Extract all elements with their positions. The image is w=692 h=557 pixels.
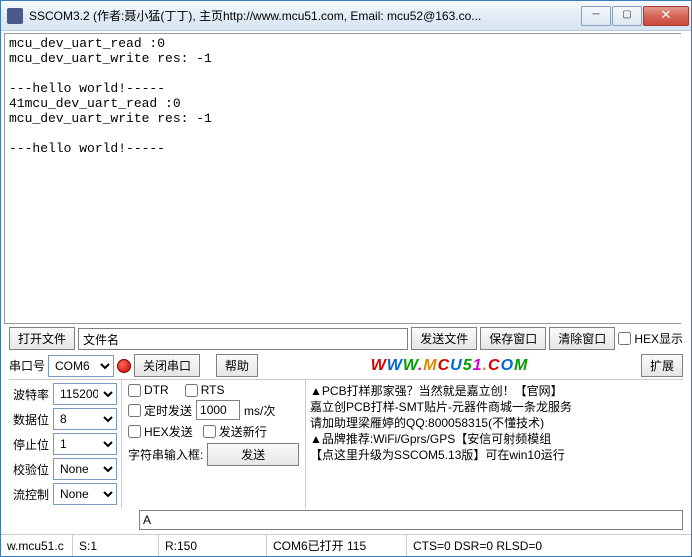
databits-select[interactable]: 8	[53, 408, 117, 430]
info-line-4[interactable]: ▲品牌推荐:WiFi/Gprs/GPS【安信可射频模组	[310, 431, 679, 447]
stopbits-select[interactable]: 1	[53, 433, 117, 455]
port-label: 串口号	[9, 357, 45, 374]
databits-label: 数据位	[13, 411, 49, 428]
hex-show-checkbox[interactable]: HEX显示	[618, 330, 683, 347]
port-toolbar: 串口号 COM6 关闭串口 帮助 WWW.MCU51.COM 扩展	[1, 352, 691, 379]
info-line-2[interactable]: 嘉立创PCB打样-SMT贴片-元器件商城一条龙服务	[310, 399, 679, 415]
baud-select[interactable]: 115200	[53, 383, 117, 405]
app-icon	[7, 8, 23, 24]
flow-select[interactable]: None	[53, 483, 117, 505]
send-button[interactable]: 发送	[207, 443, 299, 466]
window-buttons: ─ ▢ ✕	[580, 6, 689, 26]
settings-panel: 波特率 115200 数据位 8 停止位 1 校验位 None 流控制 None…	[9, 379, 683, 508]
input-label: 字符串输入框:	[128, 446, 203, 463]
status-sent: S:1	[73, 535, 159, 556]
status-bar: w.mcu51.c S:1 R:150 COM6已打开 115 CTS=0 DS…	[1, 534, 691, 556]
window-title: SSCOM3.2 (作者:聂小猛(丁丁), 主页http://www.mcu51…	[29, 7, 580, 24]
parity-label: 校验位	[13, 461, 49, 478]
website-link[interactable]: WWW.MCU51.COM	[261, 357, 638, 375]
port-select[interactable]: COM6	[48, 355, 114, 377]
flow-label: 流控制	[13, 486, 49, 503]
status-port: COM6已打开 115	[267, 535, 407, 556]
info-line-3[interactable]: 请加助理梁雁婷的QQ:800058315(不懂技术)	[310, 415, 679, 431]
maximize-button[interactable]: ▢	[612, 6, 642, 26]
send-file-button[interactable]: 发送文件	[411, 327, 477, 350]
interval-input[interactable]	[196, 400, 240, 420]
send-input[interactable]	[139, 510, 683, 530]
interval-unit: ms/次	[244, 402, 275, 419]
baud-label: 波特率	[13, 386, 49, 403]
file-toolbar: 打开文件 文件名 发送文件 保存窗口 清除窗口 HEX显示	[1, 325, 691, 352]
app-window: SSCOM3.2 (作者:聂小猛(丁丁), 主页http://www.mcu51…	[0, 0, 692, 557]
serial-params: 波特率 115200 数据位 8 停止位 1 校验位 None 流控制 None	[9, 380, 122, 508]
send-row	[1, 508, 691, 534]
save-window-button[interactable]: 保存窗口	[480, 327, 546, 350]
timed-send-checkbox[interactable]: 定时发送	[128, 402, 192, 419]
hex-send-checkbox[interactable]: HEX发送	[128, 423, 193, 440]
help-button[interactable]: 帮助	[216, 354, 258, 377]
receive-textarea[interactable]: mcu_dev_uart_read :0 mcu_dev_uart_write …	[4, 33, 681, 324]
clear-window-button[interactable]: 清除窗口	[549, 327, 615, 350]
dtr-checkbox[interactable]: DTR	[128, 383, 169, 397]
titlebar[interactable]: SSCOM3.2 (作者:聂小猛(丁丁), 主页http://www.mcu51…	[1, 1, 691, 31]
rts-checkbox[interactable]: RTS	[185, 383, 225, 397]
close-port-button[interactable]: 关闭串口	[134, 354, 200, 377]
status-signals: CTS=0 DSR=0 RLSD=0	[407, 535, 691, 556]
info-panel: ▲PCB打样那家强？当然就是嘉立创！【官网】 嘉立创PCB打样-SMT贴片-元器…	[306, 380, 683, 508]
expand-button[interactable]: 扩展	[641, 354, 683, 377]
send-options: DTR RTS 定时发送 ms/次 HEX发送 发送新行 字符串输入框: 发送	[122, 380, 306, 508]
info-line-1[interactable]: ▲PCB打样那家强？当然就是嘉立创！【官网】	[310, 383, 679, 399]
minimize-button[interactable]: ─	[581, 6, 611, 26]
status-url: w.mcu51.c	[1, 535, 73, 556]
close-button[interactable]: ✕	[643, 6, 689, 26]
stopbits-label: 停止位	[13, 436, 49, 453]
info-line-5[interactable]: 【点这里升级为SSCOM5.13版】可在win10运行	[310, 447, 679, 463]
status-recv: R:150	[159, 535, 267, 556]
filename-field[interactable]: 文件名	[78, 328, 408, 350]
open-file-button[interactable]: 打开文件	[9, 327, 75, 350]
send-newline-checkbox[interactable]: 发送新行	[203, 423, 267, 440]
record-icon[interactable]	[117, 359, 131, 373]
parity-select[interactable]: None	[53, 458, 117, 480]
